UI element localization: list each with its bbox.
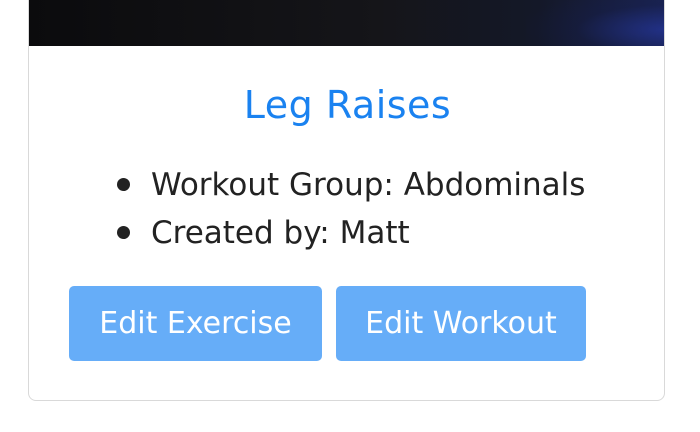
list-item: Created by: Matt (117, 209, 585, 257)
created-by-text: Created by: Matt (151, 215, 410, 251)
exercise-title: Leg Raises (243, 83, 452, 127)
bullet-icon (117, 226, 130, 239)
edit-workout-button[interactable]: Edit Workout (336, 286, 586, 361)
exercise-details-list: Workout Group: Abdominals Created by: Ma… (117, 161, 585, 257)
exercise-image (29, 0, 664, 46)
list-item: Workout Group: Abdominals (117, 161, 585, 209)
edit-exercise-button[interactable]: Edit Exercise (69, 286, 322, 361)
workout-group-text: Workout Group: Abdominals (151, 167, 586, 203)
exercise-card: Leg Raises Workout Group: Abdominals Cre… (28, 0, 665, 401)
bullet-icon (117, 178, 130, 191)
